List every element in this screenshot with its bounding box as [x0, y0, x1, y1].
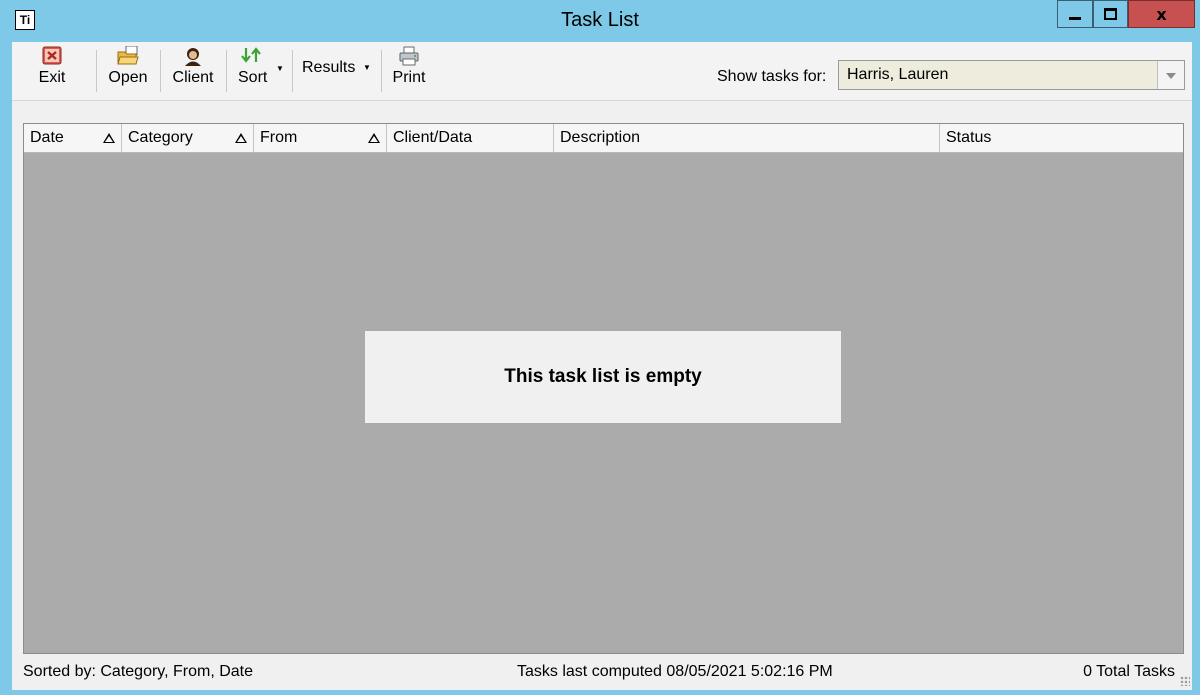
- column-header-from[interactable]: From: [254, 124, 387, 152]
- sort-button[interactable]: Sort ▼: [234, 46, 288, 96]
- toolbar-separator: [381, 50, 382, 92]
- column-header-label: Date: [30, 129, 64, 146]
- column-header-label: From: [260, 129, 298, 146]
- print-label: Print: [392, 69, 426, 86]
- column-header-label: Client/Data: [393, 129, 473, 146]
- column-header-date[interactable]: Date: [24, 124, 122, 152]
- person-icon: [182, 46, 204, 66]
- close-icon: x: [1156, 4, 1167, 24]
- chevron-down-icon[interactable]: [1157, 61, 1184, 89]
- last-computed-text: Tasks last computed 08/05/2021 5:02:16 P…: [517, 663, 833, 680]
- open-button[interactable]: Open: [106, 45, 150, 96]
- task-list-window: Ti Task List x Exit Open Client Sort ▼ R…: [0, 0, 1200, 695]
- column-header-category[interactable]: Category: [122, 124, 254, 152]
- printer-icon: [398, 46, 420, 66]
- sort-ascending-icon: [103, 133, 115, 143]
- open-label: Open: [108, 69, 148, 86]
- toolbar-separator: [292, 50, 293, 92]
- show-tasks-value: Harris, Lauren: [847, 66, 949, 83]
- total-tasks-text: 0 Total Tasks: [1083, 663, 1175, 680]
- exit-button[interactable]: Exit: [36, 46, 68, 96]
- exit-icon: [41, 46, 63, 66]
- sort-ascending-icon: [235, 133, 247, 143]
- column-header-label: Status: [946, 129, 992, 146]
- sort-dropdown-icon[interactable]: ▼: [276, 64, 284, 73]
- column-header-label: Category: [128, 129, 193, 146]
- toolbar: Exit Open Client Sort ▼ Results ▼ Print …: [12, 42, 1192, 101]
- show-tasks-dropdown[interactable]: Harris, Lauren: [838, 60, 1185, 90]
- column-header-client-data[interactable]: Client/Data: [387, 124, 554, 152]
- task-grid[interactable]: Date Category From Client/Data Descripti…: [23, 123, 1184, 654]
- title-bar[interactable]: Ti Task List x: [0, 0, 1200, 42]
- toolbar-separator: [160, 50, 161, 92]
- column-header-description[interactable]: Description: [554, 124, 940, 152]
- sort-arrows-icon: [240, 46, 262, 66]
- maximize-icon: [1104, 8, 1117, 20]
- minimize-button[interactable]: [1057, 0, 1093, 28]
- show-tasks-label: Show tasks for:: [717, 68, 827, 85]
- toolbar-separator: [96, 50, 97, 92]
- results-button[interactable]: Results ▼: [302, 56, 374, 106]
- grid-header: Date Category From Client/Data Descripti…: [24, 124, 1183, 153]
- client-button[interactable]: Client: [170, 46, 216, 96]
- status-bar: Sorted by: Category, From, Date Tasks la…: [12, 657, 1192, 690]
- sort-ascending-icon: [368, 133, 380, 143]
- client-area: Exit Open Client Sort ▼ Results ▼ Print …: [12, 42, 1192, 690]
- print-button[interactable]: Print: [390, 46, 428, 96]
- exit-label: Exit: [38, 69, 66, 86]
- results-dropdown-icon[interactable]: ▼: [363, 63, 371, 72]
- close-button[interactable]: x: [1128, 0, 1195, 28]
- sorted-by-text: Sorted by: Category, From, Date: [23, 663, 254, 680]
- toolbar-separator: [226, 50, 227, 92]
- window-title: Task List: [561, 9, 639, 31]
- client-label: Client: [172, 69, 214, 86]
- folder-open-icon: [117, 45, 139, 66]
- column-header-status[interactable]: Status: [940, 124, 1183, 152]
- minimize-icon: [1069, 16, 1081, 20]
- empty-list-message: This task list is empty: [365, 331, 841, 423]
- resize-grip-icon[interactable]: [1180, 676, 1190, 686]
- column-header-label: Description: [560, 129, 641, 146]
- maximize-button[interactable]: [1093, 0, 1128, 28]
